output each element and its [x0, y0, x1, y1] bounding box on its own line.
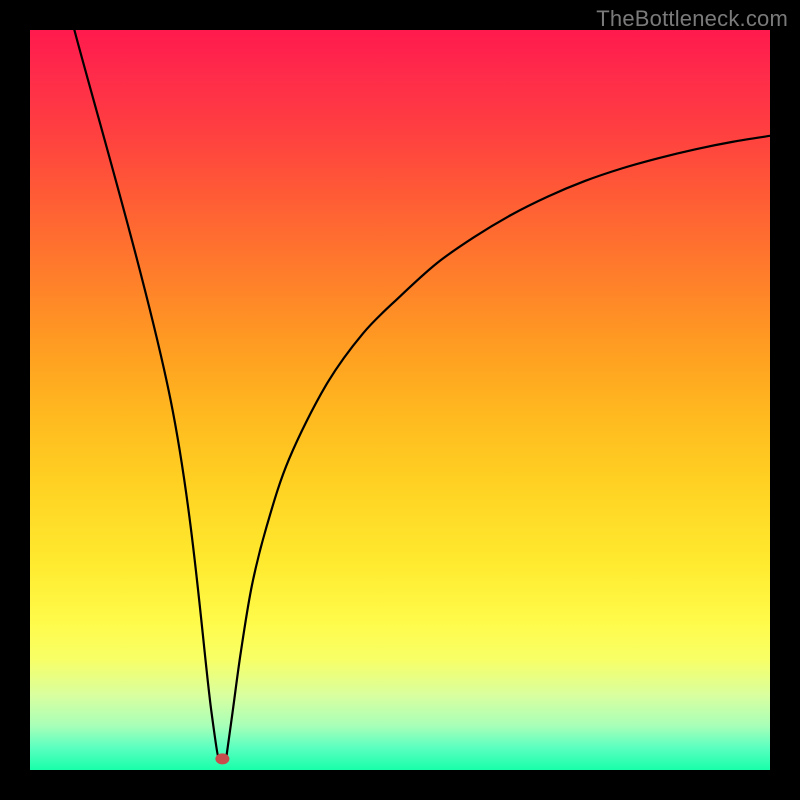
plot-area — [30, 30, 770, 770]
marker-layer — [30, 30, 770, 770]
watermark-text: TheBottleneck.com — [596, 6, 788, 32]
minimum-marker — [215, 753, 229, 764]
chart-frame: TheBottleneck.com — [0, 0, 800, 800]
